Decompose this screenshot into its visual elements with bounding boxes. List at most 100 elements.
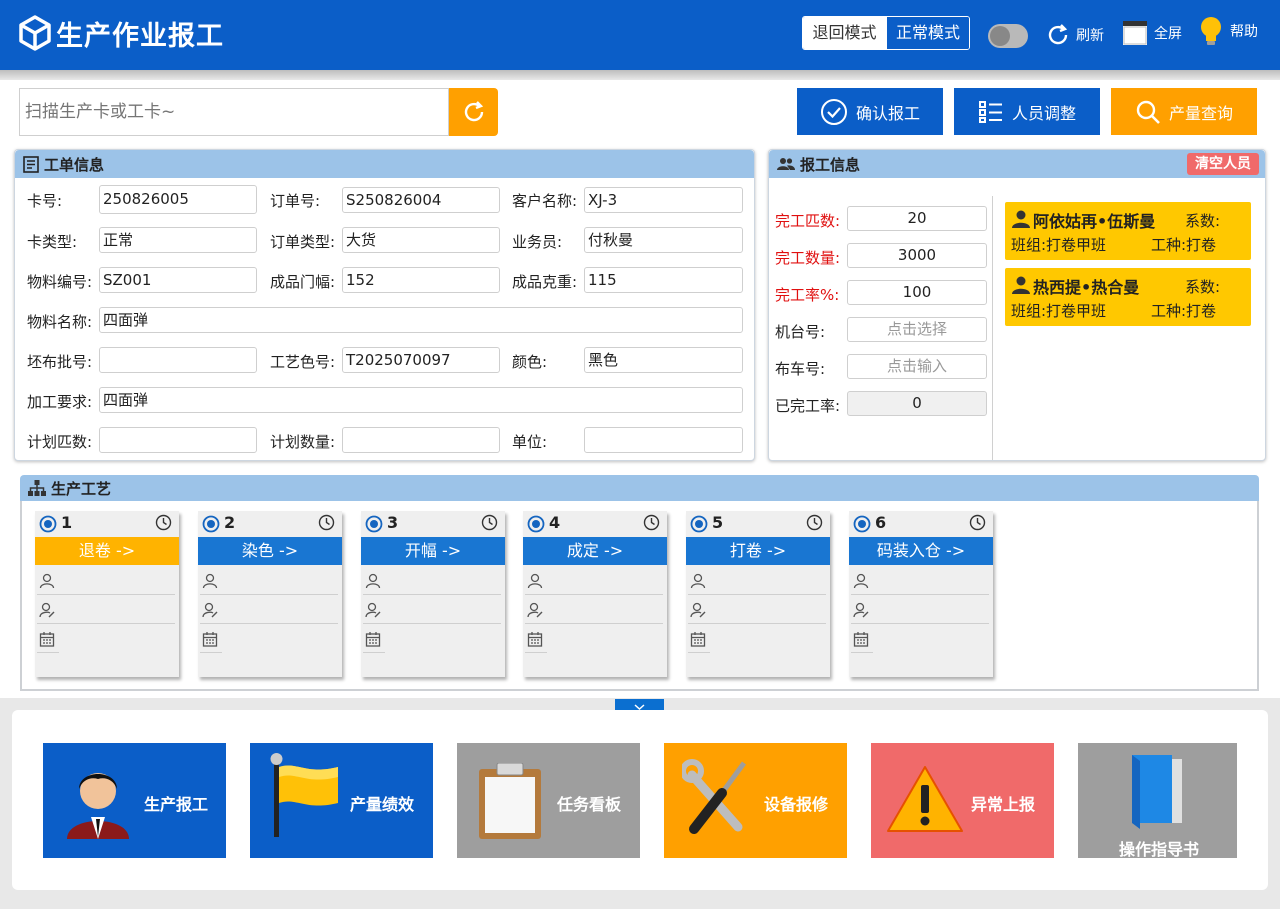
batch-label: 坯布批号: <box>27 353 93 371</box>
exception-report-tile[interactable]: 异常上报 <box>871 743 1054 858</box>
qty-field[interactable]: 3000 <box>847 243 987 268</box>
user-icon <box>202 573 218 589</box>
collapse-toggle[interactable] <box>615 699 664 711</box>
operation-guide-tile[interactable]: 操作指导书 <box>1078 743 1237 859</box>
refresh-button[interactable]: 刷新 <box>1046 22 1104 48</box>
card-no-field[interactable]: 250826005 <box>99 185 257 214</box>
done-rate-field: 0 <box>847 391 987 416</box>
sales-label: 业务员: <box>512 233 563 251</box>
refresh-icon <box>464 101 483 122</box>
task-board-tile[interactable]: 任务看板 <box>457 743 640 858</box>
step-operator-row <box>37 567 175 595</box>
order-info-title: 工单信息 <box>44 155 105 174</box>
output-query-button[interactable]: 产量查询 <box>1111 88 1257 135</box>
step-name: 成定 -> <box>523 537 667 565</box>
sales-field[interactable]: 付秋曼 <box>584 227 743 253</box>
report-info-panel: 报工信息 清空人员 完工匹数: 20 完工数量: 3000 完工率%: 100 … <box>768 149 1266 461</box>
equipment-repair-label: 设备报修 <box>764 795 829 814</box>
process-step-2[interactable]: 2 染色 -> <box>198 511 342 677</box>
process-step-6[interactable]: 6 码装入仓 -> <box>849 511 993 677</box>
weight-label: 成品克重: <box>512 273 578 291</box>
rate-field[interactable]: 100 <box>847 280 987 305</box>
card-type-field[interactable]: 正常 <box>99 227 257 253</box>
scan-refresh-button[interactable] <box>449 88 498 136</box>
step-operator-row <box>363 567 501 595</box>
process-header: 生产工艺 <box>20 475 1259 501</box>
search-icon <box>1136 100 1160 124</box>
help-button[interactable]: 帮助 <box>1198 17 1258 45</box>
radio-selected-icon <box>690 515 708 533</box>
person-card[interactable]: 热西提•热合曼 系数: 班组:打卷甲班 工种:打卷 <box>1005 268 1251 326</box>
person-card[interactable]: 阿依姑再•伍斯曼 系数: 班组:打卷甲班 工种:打卷 <box>1005 202 1251 260</box>
toggle-switch[interactable] <box>988 24 1028 48</box>
step-date-row <box>37 625 59 653</box>
user-icon <box>365 573 381 589</box>
process-step-4[interactable]: 4 成定 -> <box>523 511 667 677</box>
clock-icon <box>481 514 498 531</box>
weight-field[interactable]: 115 <box>584 267 743 293</box>
output-query-label: 产量查询 <box>1168 103 1233 123</box>
report-info-title: 报工信息 <box>800 155 861 174</box>
order-no-field[interactable]: S250826004 <box>342 187 500 213</box>
user-icon <box>39 573 55 589</box>
fullscreen-button[interactable]: 全屏 <box>1122 20 1182 46</box>
color-label: 颜色: <box>512 353 548 371</box>
equipment-repair-tile[interactable]: 设备报修 <box>664 743 847 858</box>
mode-return-button[interactable]: 退回模式 <box>803 17 886 49</box>
book-icon <box>1132 755 1182 829</box>
cart-input[interactable]: 点击输入 <box>847 354 987 379</box>
process-step-1[interactable]: 1 退卷 -> <box>35 511 179 677</box>
process-step-3[interactable]: 3 开幅 -> <box>361 511 505 677</box>
step-editor-row <box>200 596 338 624</box>
customer-field[interactable]: XJ-3 <box>584 187 743 213</box>
machine-select[interactable]: 点击选择 <box>847 317 987 342</box>
clipboard-icon <box>479 763 541 839</box>
step-number: 2 <box>224 513 236 532</box>
order-info-header: 工单信息 <box>15 150 754 178</box>
calendar-icon <box>202 632 218 647</box>
step-operator-row <box>851 567 989 595</box>
confirm-report-button[interactable]: 确认报工 <box>797 88 943 135</box>
step-name: 码装入仓 -> <box>849 537 993 565</box>
output-performance-tile[interactable]: 产量绩效 <box>250 743 433 858</box>
clock-icon <box>318 514 335 531</box>
batch-field[interactable] <box>99 347 257 373</box>
width-field[interactable]: 152 <box>342 267 500 293</box>
card-type-label: 卡类型: <box>27 233 78 251</box>
rate-label: 完工率%: <box>775 286 840 304</box>
unit-field[interactable] <box>584 427 743 453</box>
production-report-tile[interactable]: 生产报工 <box>43 743 226 858</box>
staff-adjust-button[interactable]: 人员调整 <box>954 88 1100 135</box>
color-no-field[interactable]: T2025070097 <box>342 347 500 373</box>
check-circle-icon <box>820 98 847 125</box>
clear-staff-button[interactable]: 清空人员 <box>1187 153 1259 175</box>
process-step-5[interactable]: 5 打卷 -> <box>686 511 830 677</box>
user-icon <box>853 573 869 589</box>
mode-normal-button[interactable]: 正常模式 <box>886 17 969 49</box>
person-job: 工种:打卷 <box>1151 236 1217 254</box>
worker-avatar-icon <box>67 773 129 839</box>
radio-selected-icon <box>527 515 545 533</box>
tools-icon <box>682 759 747 834</box>
material-no-label: 物料编号: <box>27 273 93 291</box>
material-name-field[interactable]: 四面弹 <box>99 307 743 333</box>
plan-pieces-field[interactable] <box>99 427 257 453</box>
process-req-field[interactable]: 四面弹 <box>99 387 743 413</box>
radio-selected-icon <box>39 515 57 533</box>
material-no-field[interactable]: SZ001 <box>99 267 257 293</box>
document-icon <box>23 155 39 173</box>
help-label: 帮助 <box>1230 24 1258 40</box>
pieces-field[interactable]: 20 <box>847 206 987 231</box>
order-type-field[interactable]: 大货 <box>342 227 500 253</box>
app-title: 生产作业报工 <box>56 21 224 52</box>
refresh-label: 刷新 <box>1076 28 1104 44</box>
person-icon <box>1012 276 1030 294</box>
color-field[interactable]: 黑色 <box>584 347 743 373</box>
cube-logo-icon <box>19 15 51 51</box>
user-icon <box>690 573 706 589</box>
step-operator-row <box>688 567 826 595</box>
plan-qty-field[interactable] <box>342 427 500 453</box>
clock-icon <box>969 514 986 531</box>
scan-input[interactable] <box>19 88 449 136</box>
machine-label: 机台号: <box>775 323 826 341</box>
